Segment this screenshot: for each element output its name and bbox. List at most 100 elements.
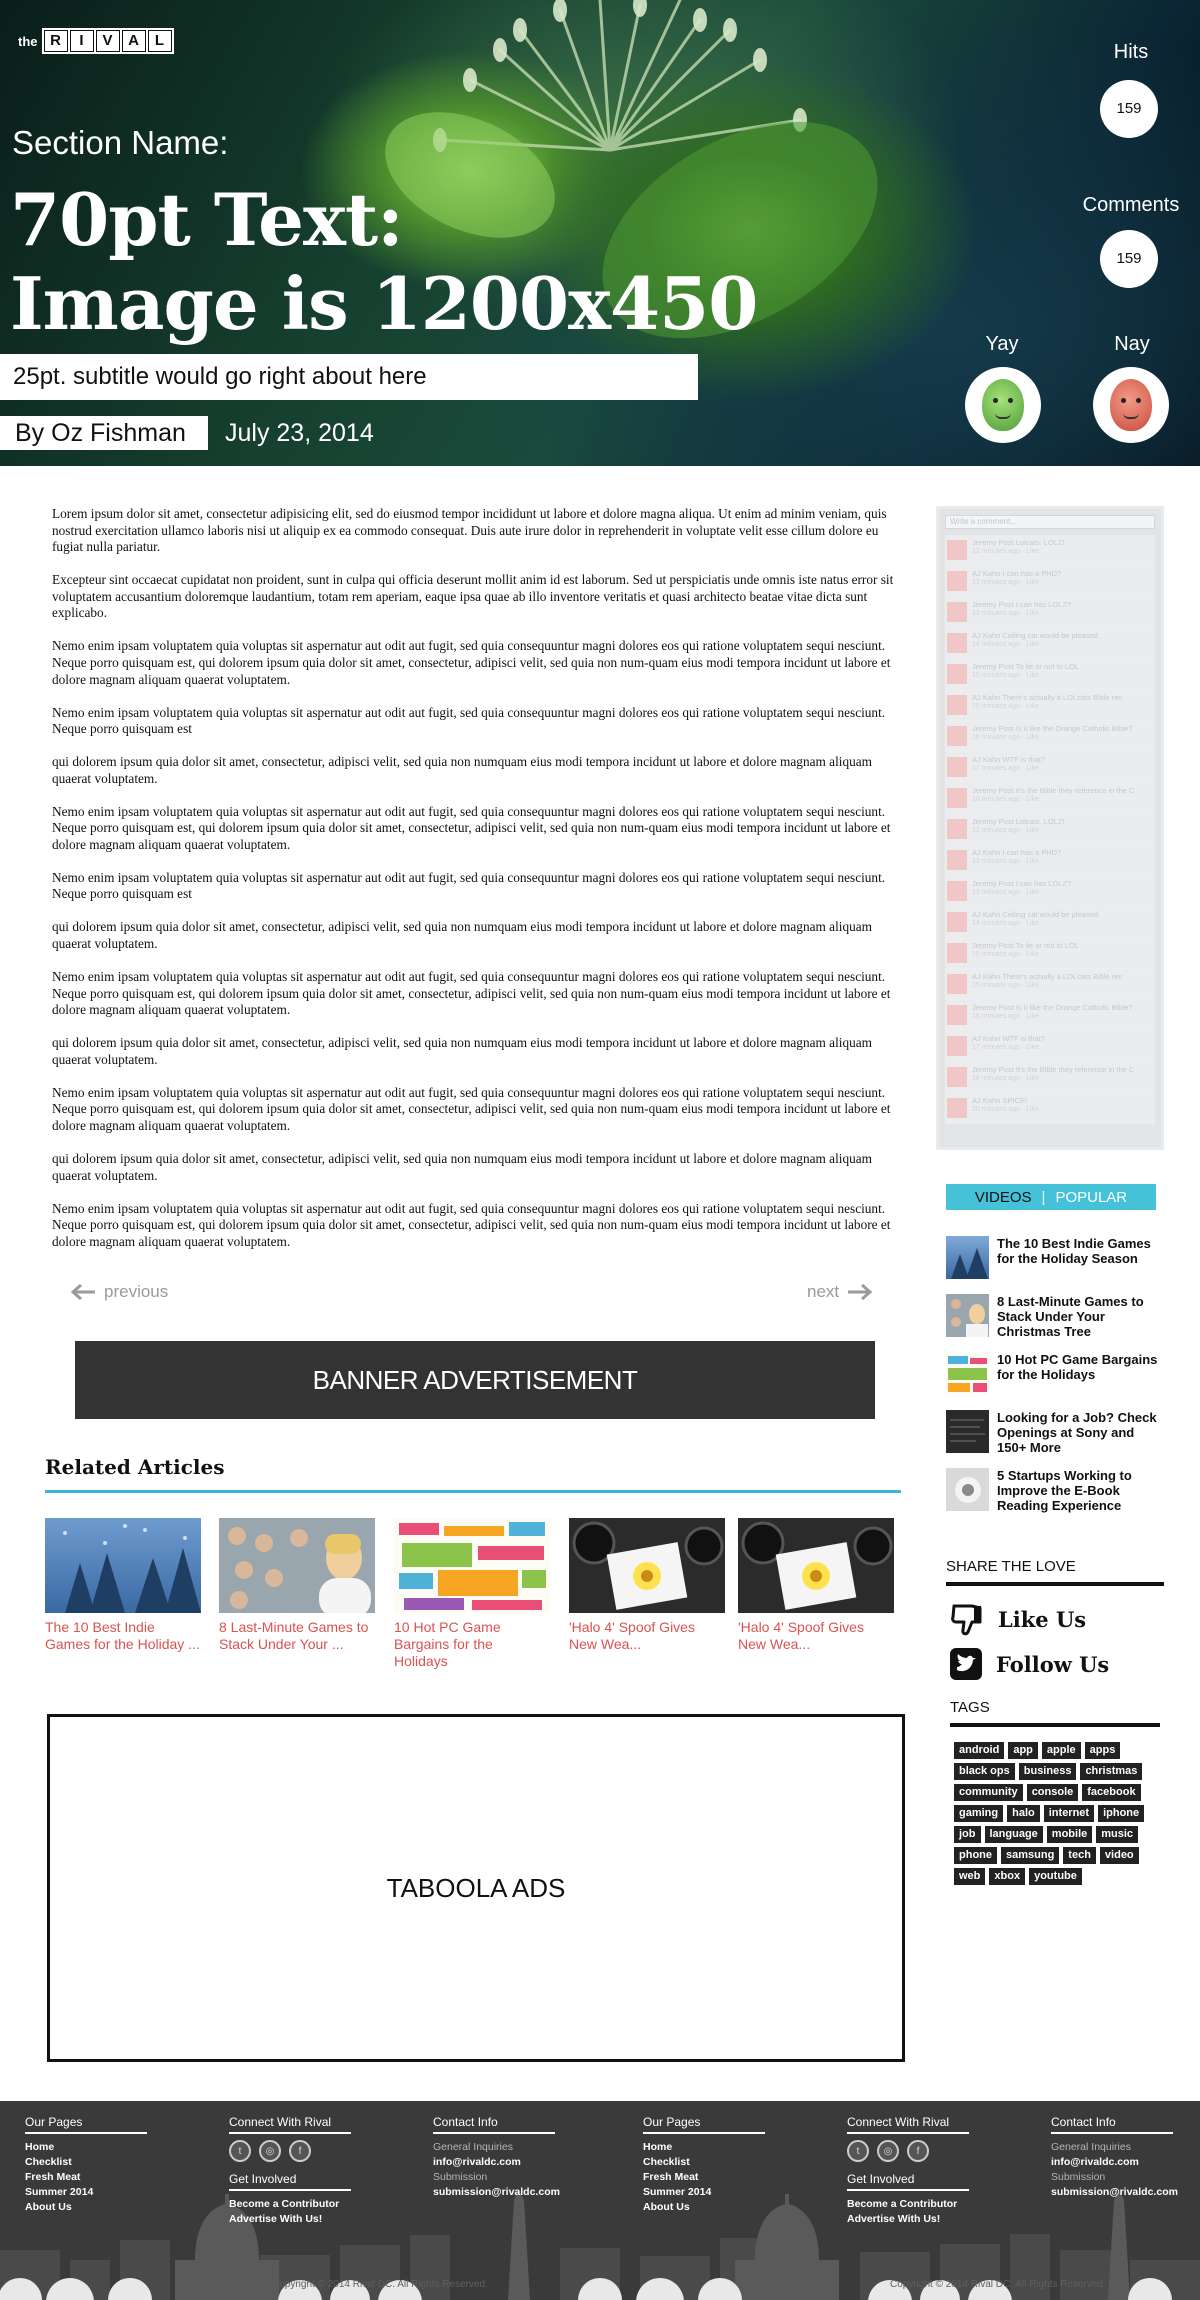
footer-link-summer-2014[interactable]: Summer 2014	[25, 2185, 147, 2200]
footer-link-fresh-meat[interactable]: Fresh Meat	[25, 2170, 147, 2185]
footer-submission-label: Submission	[433, 2171, 488, 2183]
logo-letter: I	[69, 30, 94, 52]
twitter-icon[interactable]: t	[229, 2140, 251, 2162]
related-article-card[interactable]: 'Halo 4' Spoof Gives New Wea...	[569, 1518, 725, 1653]
related-article-card[interactable]: The 10 Best Indie Games for the Holiday …	[45, 1518, 201, 1653]
footer-link-contributor[interactable]: Become a Contributor	[229, 2197, 351, 2212]
sidebar-article[interactable]: The 10 Best Indie Games for the Holiday …	[946, 1236, 1162, 1279]
tag-black-ops[interactable]: black ops	[954, 1763, 1015, 1780]
sidebar-thumbnail	[946, 1468, 989, 1511]
footer-link-checklist[interactable]: Checklist	[25, 2155, 147, 2170]
comment-meta: 12 minutes ago · Like	[972, 548, 1039, 555]
tag-community[interactable]: community	[954, 1784, 1023, 1801]
sidebar-article-title: 5 Startups Working to Improve the E-Book…	[997, 1468, 1132, 1513]
tag-samsung[interactable]: samsung	[1001, 1847, 1060, 1864]
footer-link-contributor[interactable]: Become a Contributor	[847, 2197, 969, 2212]
happy-face-icon	[982, 379, 1024, 431]
tab-videos[interactable]: VIDEOS	[975, 1189, 1032, 1206]
footer-link-home[interactable]: Home	[643, 2140, 765, 2155]
tag-android[interactable]: android	[954, 1742, 1005, 1759]
related-article-card[interactable]: 10 Hot PC Game Bargains for the Holidays	[394, 1518, 550, 1670]
tag-tech[interactable]: tech	[1063, 1847, 1096, 1864]
sidebar-article[interactable]: 8 Last-Minute Games to Stack Under Your …	[946, 1294, 1162, 1339]
footer-link-summer-2014[interactable]: Summer 2014	[643, 2185, 765, 2200]
banner-advertisement[interactable]: BANNER ADVERTISEMENT	[75, 1341, 875, 1419]
footer-copyright: Copyright © 2014 Rival DC. All Rights Re…	[890, 2279, 1106, 2290]
like-us-button[interactable]: Like Us	[950, 1602, 1086, 1636]
next-link[interactable]: next	[807, 1282, 873, 1302]
footer-general-email[interactable]: info@rivaldc.com	[433, 2155, 560, 2170]
facebook-icon[interactable]: f	[289, 2140, 311, 2162]
sidebar-article-title: The 10 Best Indie Games for the Holiday …	[997, 1236, 1151, 1266]
footer-link-checklist[interactable]: Checklist	[643, 2155, 765, 2170]
footer-contact: Contact Info General Inquiries info@riva…	[1051, 2115, 1178, 2200]
follow-us-label: Follow Us	[996, 1651, 1110, 1677]
commenter-avatar	[947, 1005, 967, 1025]
tag-phone[interactable]: phone	[954, 1847, 997, 1864]
previous-link[interactable]: previous	[70, 1282, 168, 1302]
comment-item: AJ Kahn Ceiling cat would be pleased. 14 …	[945, 628, 1155, 659]
related-article-card[interactable]: 8 Last-Minute Games to Stack Under Your …	[219, 1518, 375, 1653]
author-byline[interactable]: By Oz Fishman	[0, 416, 208, 450]
comments-widget: Write a comment... Jeremy Post Lolcats. …	[936, 506, 1164, 1150]
footer-link-about-us[interactable]: About Us	[643, 2200, 765, 2215]
nay-vote-button[interactable]	[1093, 367, 1169, 443]
footer-our-pages: Our Pages Home Checklist Fresh Meat Summ…	[643, 2115, 765, 2215]
commenter-avatar	[947, 602, 967, 622]
taboola-ads[interactable]: TABOOLA ADS	[47, 1714, 905, 2062]
instagram-icon[interactable]: ◎	[877, 2140, 899, 2162]
footer-link-fresh-meat[interactable]: Fresh Meat	[643, 2170, 765, 2185]
tag-music[interactable]: music	[1096, 1826, 1139, 1843]
facebook-icon[interactable]: f	[907, 2140, 929, 2162]
tag-web[interactable]: web	[954, 1868, 986, 1885]
footer-general-email[interactable]: info@rivaldc.com	[1051, 2155, 1178, 2170]
tag-business[interactable]: business	[1018, 1763, 1077, 1780]
hits-count: 159	[1100, 80, 1158, 138]
comment-input[interactable]: Write a comment...	[945, 515, 1155, 529]
tag-internet[interactable]: internet	[1043, 1805, 1095, 1822]
tag-apps[interactable]: apps	[1084, 1742, 1121, 1759]
tag-christmas[interactable]: christmas	[1080, 1763, 1143, 1780]
comment-text: Jeremy Post It's the Bible they referenc…	[972, 786, 1135, 795]
tag-video[interactable]: video	[1099, 1847, 1139, 1864]
logo-letter: L	[147, 30, 172, 52]
sidebar-article[interactable]: 5 Startups Working to Improve the E-Book…	[946, 1468, 1162, 1513]
tag-job[interactable]: job	[954, 1826, 981, 1843]
site-logo[interactable]: the R I V A L	[18, 27, 174, 55]
article-body: Lorem ipsum dolor sit amet, consectetur …	[52, 506, 900, 1267]
tag-gaming[interactable]: gaming	[954, 1805, 1004, 1822]
footer-heading: Get Involved	[229, 2172, 351, 2191]
comment-item: AJ Kahn WTF is that? 17 minutes ago · Lik…	[945, 752, 1155, 783]
tag-xbox[interactable]: xbox	[989, 1868, 1026, 1885]
footer-link-home[interactable]: Home	[25, 2140, 147, 2155]
yay-vote-button[interactable]	[965, 367, 1041, 443]
comment-text: Jeremy Post To lie or not to LOL	[972, 662, 1079, 671]
tab-popular[interactable]: POPULAR	[1055, 1189, 1127, 1206]
comment-meta: 15 minutes ago · Like	[972, 672, 1039, 679]
comment-text: AJ Kahn WTF is that?	[972, 1034, 1045, 1043]
twitter-icon[interactable]: t	[847, 2140, 869, 2162]
related-articles-heading: Related Articles	[45, 1455, 225, 1479]
footer-link-advertise[interactable]: Advertise With Us!	[847, 2212, 969, 2227]
follow-us-button[interactable]: Follow Us	[950, 1648, 1109, 1680]
instagram-icon[interactable]: ◎	[259, 2140, 281, 2162]
comment-text: AJ Kahn Ceiling cat would be pleased.	[972, 631, 1100, 640]
thumbs-down-icon	[951, 1604, 982, 1636]
footer-link-advertise[interactable]: Advertise With Us!	[229, 2212, 351, 2227]
related-article-card[interactable]: 'Halo 4' Spoof Gives New Wea...	[738, 1518, 894, 1653]
tag-mobile[interactable]: mobile	[1046, 1826, 1093, 1843]
tag-halo[interactable]: halo	[1007, 1805, 1040, 1822]
footer-submission-email[interactable]: submission@rivaldc.com	[1051, 2185, 1178, 2200]
footer-submission-email[interactable]: submission@rivaldc.com	[433, 2185, 560, 2200]
tag-language[interactable]: language	[984, 1826, 1043, 1843]
sidebar-article[interactable]: 10 Hot PC Game Bargains for the Holidays	[946, 1352, 1162, 1395]
sidebar-article[interactable]: Looking for a Job? Check Openings at Son…	[946, 1410, 1162, 1455]
tag-facebook[interactable]: facebook	[1082, 1784, 1141, 1801]
tag-iphone[interactable]: iphone	[1098, 1805, 1145, 1822]
footer-link-about-us[interactable]: About Us	[25, 2200, 147, 2215]
tag-app[interactable]: app	[1008, 1742, 1038, 1759]
tag-youtube[interactable]: youtube	[1029, 1868, 1082, 1885]
tag-console[interactable]: console	[1026, 1784, 1079, 1801]
comment-text: Jeremy Post Lolcats. LOLZ!	[972, 817, 1065, 826]
tag-apple[interactable]: apple	[1041, 1742, 1081, 1759]
